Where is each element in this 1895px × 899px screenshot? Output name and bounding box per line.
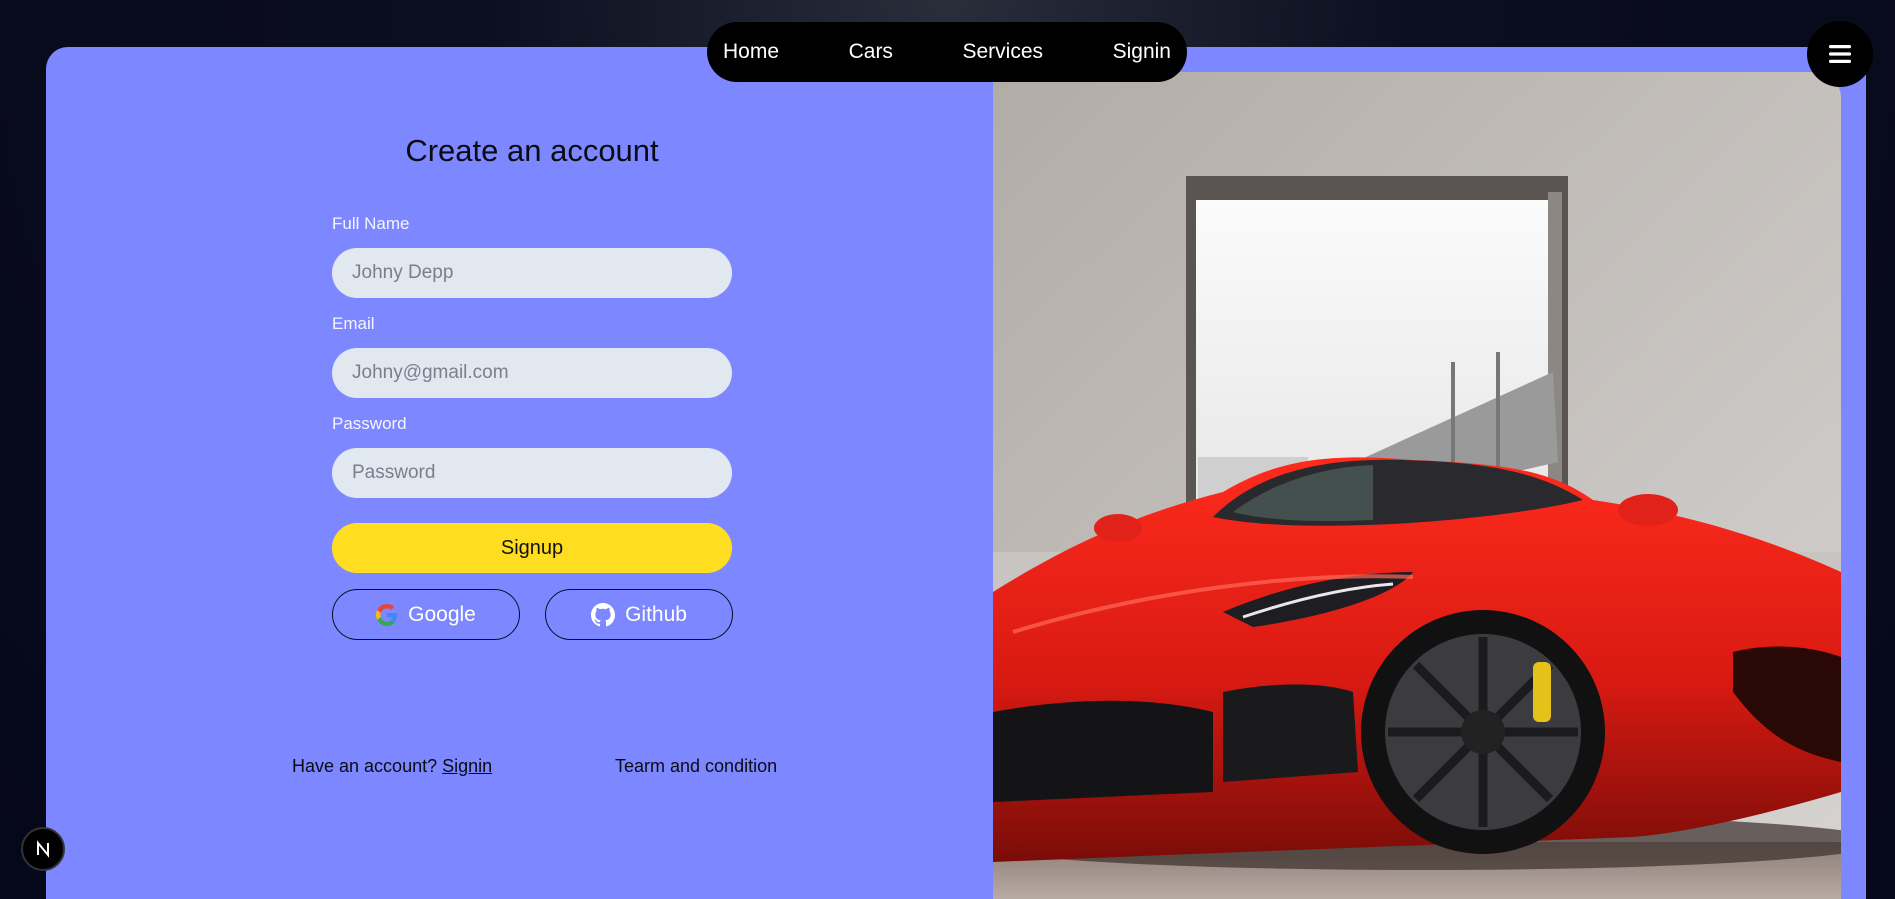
github-button[interactable]: Github bbox=[545, 589, 733, 640]
nav-home[interactable]: Home bbox=[723, 40, 779, 64]
nav-cars[interactable]: Cars bbox=[849, 40, 893, 64]
email-input[interactable] bbox=[332, 348, 732, 398]
password-label: Password bbox=[332, 414, 407, 433]
nav-signin[interactable]: Signin bbox=[1113, 40, 1171, 64]
password-input[interactable] bbox=[332, 448, 732, 498]
google-label: Google bbox=[408, 602, 476, 626]
google-icon bbox=[376, 603, 398, 626]
signup-button[interactable]: Signup bbox=[332, 523, 732, 573]
hamburger-icon bbox=[1829, 45, 1851, 63]
have-account-text: Have an account? bbox=[292, 756, 438, 776]
terms-link[interactable]: Tearm and condition bbox=[615, 756, 777, 777]
google-button[interactable]: Google bbox=[332, 589, 520, 640]
top-nav: Home Cars Services Signin bbox=[707, 22, 1187, 82]
menu-button[interactable] bbox=[1807, 21, 1873, 87]
nav-services[interactable]: Services bbox=[963, 40, 1044, 64]
nextjs-badge[interactable] bbox=[21, 827, 65, 871]
n-logo-icon bbox=[37, 840, 49, 858]
email-label: Email bbox=[332, 314, 375, 333]
full-name-label: Full Name bbox=[332, 214, 410, 233]
page-title: Create an account bbox=[405, 133, 659, 168]
have-account-row: Have an account? Signin bbox=[292, 756, 492, 777]
signin-link[interactable]: Signin bbox=[442, 756, 492, 776]
hero-car-image bbox=[993, 72, 1841, 899]
github-label: Github bbox=[625, 602, 687, 626]
full-name-input[interactable] bbox=[332, 248, 732, 298]
github-icon bbox=[591, 602, 616, 626]
